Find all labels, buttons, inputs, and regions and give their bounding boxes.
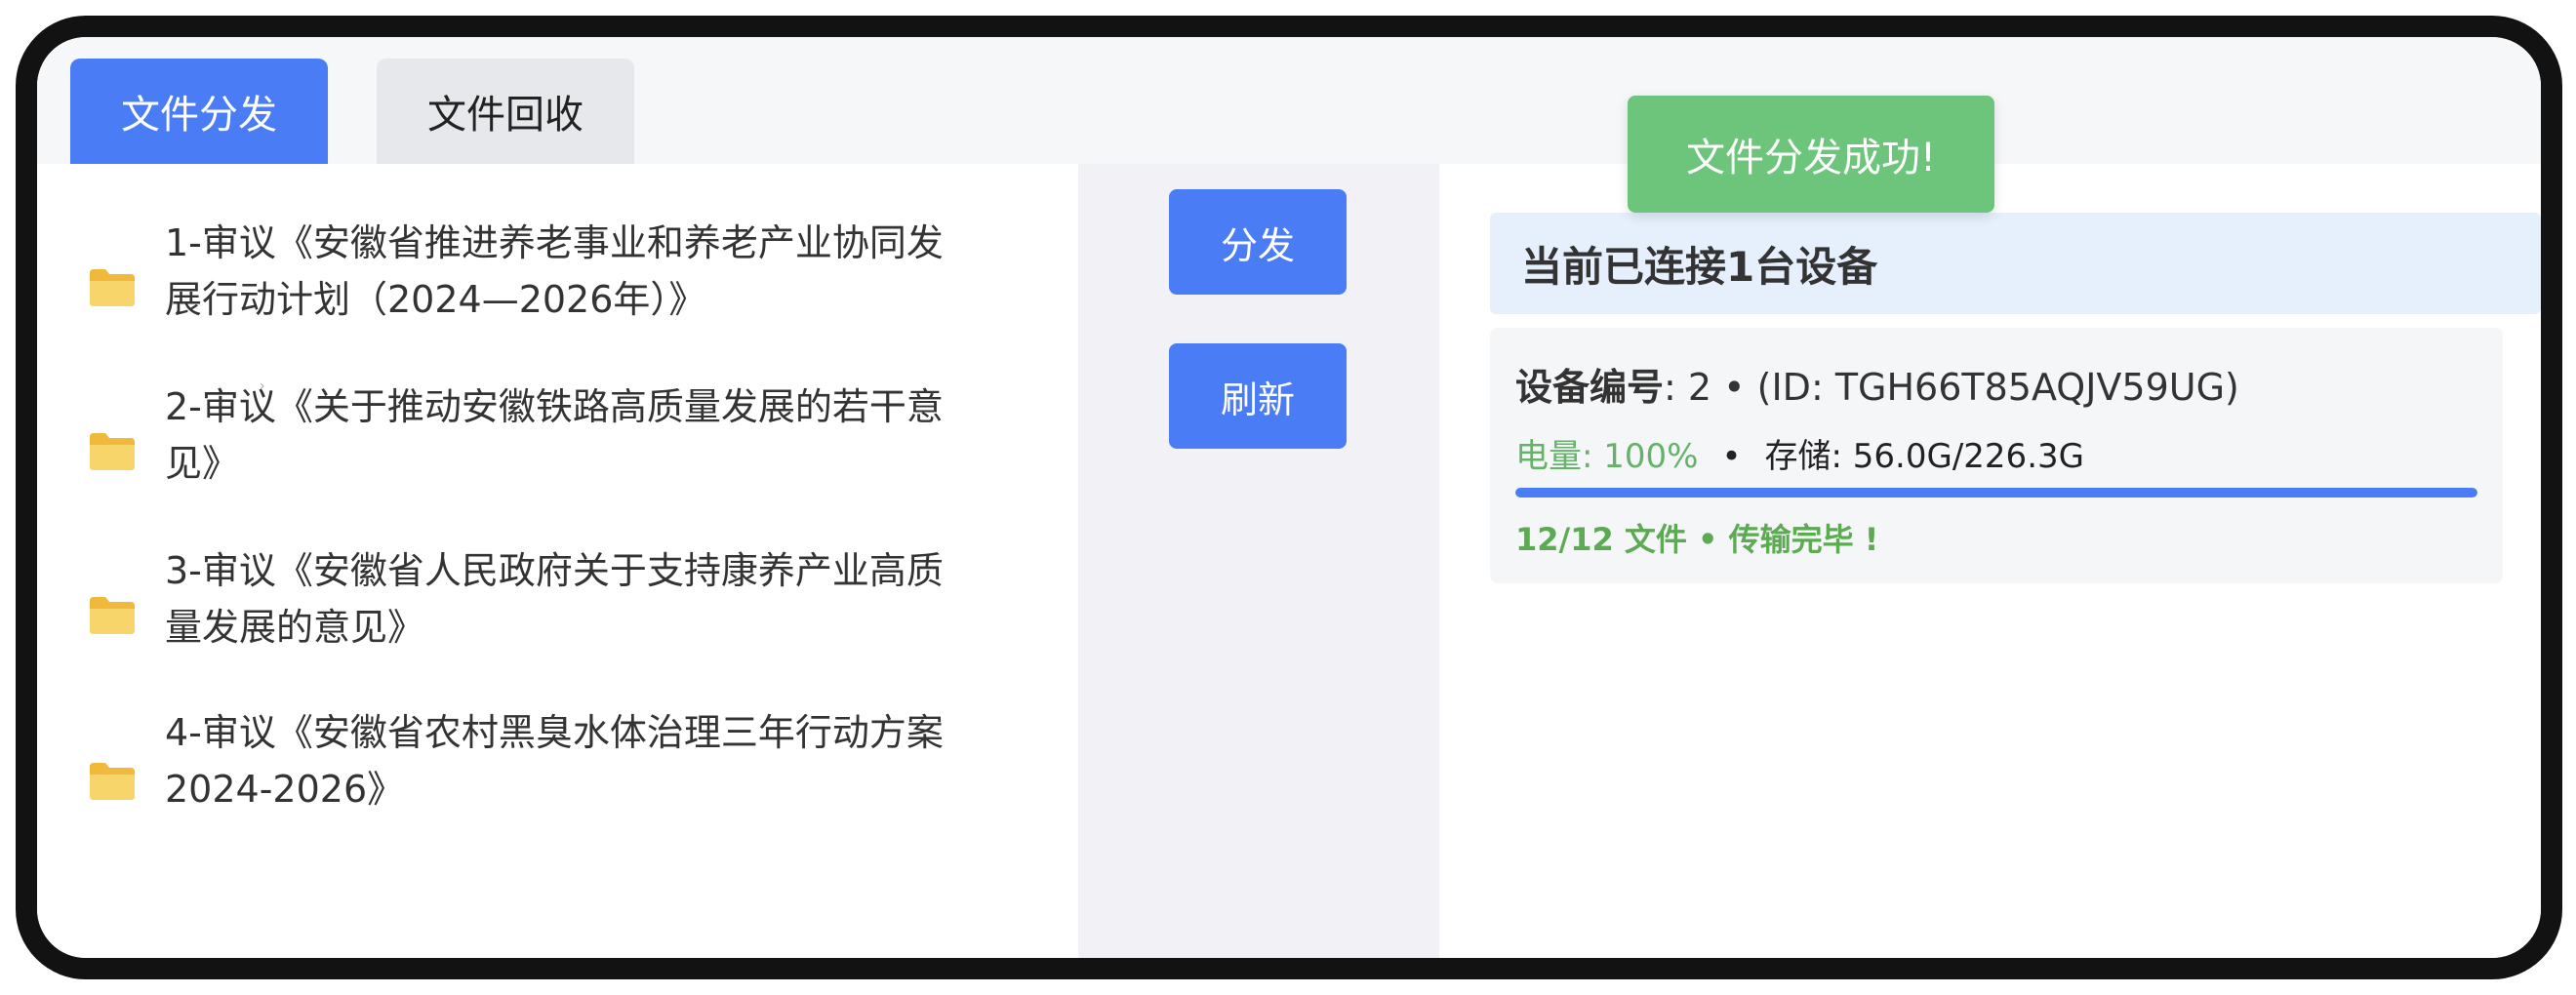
- file-name: 1-审议《安徽省推进养老事业和养老产业协同发 展行动计划（2024—2026年）…: [165, 215, 1043, 328]
- file-list-item[interactable]: 2-审议《关于推动安徽铁路高质量发展的若干意 见》: [37, 378, 1078, 525]
- file-name-line: 1-审议《安徽省推进养老事业和养老产业协同发: [165, 221, 944, 264]
- file-name-line: 2024-2026》: [165, 768, 405, 811]
- tab-file-distribute-label: 文件分发: [121, 93, 277, 138]
- file-list-panel: 1-审议《安徽省推进养老事业和养老产业协同发 展行动计划（2024—2026年）…: [37, 164, 1078, 958]
- folder-icon: [90, 433, 135, 470]
- transfer-status: 12/12 文件 • 传输完毕 !: [1515, 521, 1879, 558]
- stats-separator: •: [1721, 437, 1742, 476]
- file-name: 3-审议《安徽省人民政府关于支持康养产业高质 量发展的意见》: [165, 542, 1043, 656]
- device-panel: 当前已连接1台设备 设备编号: 2 • (ID: TGH66T85AQJV59U…: [1439, 164, 2541, 958]
- device-number-label: 设备编号: [1515, 366, 1665, 409]
- transfer-progress-fill: [1515, 488, 2477, 498]
- device-stats: 电量: 100% • 存储: 56.0G/226.3G: [1515, 429, 2084, 477]
- folder-icon: [90, 763, 135, 800]
- refresh-button-label: 刷新: [1220, 378, 1295, 421]
- file-name-line: 见》: [165, 442, 240, 485]
- battery-level: 电量: 100%: [1515, 437, 1699, 476]
- device-number-value: : 2 • (ID: TGH66T85AQJV59UG): [1664, 366, 2239, 409]
- tab-file-recall-label: 文件回收: [427, 93, 584, 138]
- success-toast: 文件分发成功!: [1628, 96, 1994, 213]
- folder-icon: [90, 269, 135, 306]
- folder-icon: [90, 597, 135, 634]
- device-frame: 文件分发 文件回收 1-审议《安徽省推进养老事业和养老产业协同发 展行动计划（2…: [16, 16, 2562, 979]
- tab-file-distribute[interactable]: 文件分发: [70, 59, 328, 164]
- file-list-item[interactable]: 1-审议《安徽省推进养老事业和养老产业协同发 展行动计划（2024—2026年）…: [37, 215, 1078, 361]
- app-screen: 文件分发 文件回收 1-审议《安徽省推进养老事业和养老产业协同发 展行动计划（2…: [37, 37, 2541, 958]
- file-name-line: 量发展的意见》: [165, 606, 425, 649]
- tab-bar: 文件分发 文件回收: [37, 37, 2541, 164]
- file-name: 2-审议《关于推动安徽铁路高质量发展的若干意 见》: [165, 378, 1043, 492]
- file-name: 4-审议《安徽省农村黑臭水体治理三年行动方案 2024-2026》: [165, 704, 1043, 817]
- file-list-item[interactable]: 4-审议《安徽省农村黑臭水体治理三年行动方案 2024-2026》: [37, 704, 1078, 851]
- connected-devices-header: 当前已连接1台设备: [1490, 213, 2541, 314]
- refresh-button[interactable]: 刷新: [1169, 343, 1347, 449]
- distribute-button-label: 分发: [1220, 223, 1295, 267]
- file-name-line: 展行动计划（2024—2026年）》: [165, 278, 706, 321]
- file-name-line: 4-审议《安徽省农村黑臭水体治理三年行动方案: [165, 711, 944, 754]
- tab-file-recall[interactable]: 文件回收: [377, 59, 634, 164]
- distribute-button[interactable]: 分发: [1169, 189, 1347, 295]
- device-card: 设备编号: 2 • (ID: TGH66T85AQJV59UG) 电量: 100…: [1490, 328, 2503, 583]
- device-title: 设备编号: 2 • (ID: TGH66T85AQJV59UG): [1515, 357, 2239, 411]
- transfer-progress-bar: [1515, 488, 2477, 498]
- action-panel: 分发 刷新: [1078, 164, 1439, 958]
- storage-usage: 存储: 56.0G/226.3G: [1764, 437, 2084, 476]
- file-list-item[interactable]: 3-审议《安徽省人民政府关于支持康养产业高质 量发展的意见》: [37, 542, 1078, 689]
- file-name-line: 2-审议《关于推动安徽铁路高质量发展的若干意: [165, 385, 944, 428]
- toast-message: 文件分发成功!: [1685, 136, 1937, 180]
- file-name-line: 3-审议《安徽省人民政府关于支持康养产业高质: [165, 549, 944, 592]
- connected-devices-text: 当前已连接1台设备: [1521, 242, 1878, 291]
